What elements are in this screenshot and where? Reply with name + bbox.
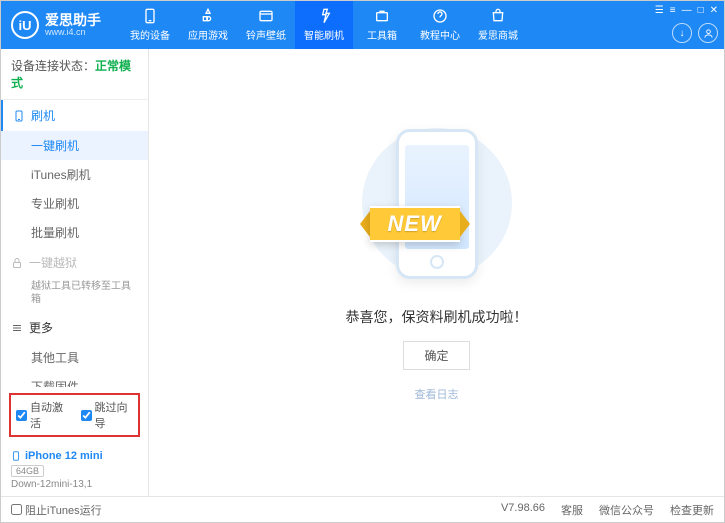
list-icon[interactable]: ≡ (670, 5, 676, 16)
minimize-icon[interactable]: — (682, 5, 692, 16)
auto-activate-label: 自动激活 (30, 399, 69, 431)
nav-label: 我的设备 (130, 27, 170, 42)
window-controls: ☰ ≡ — □ ✕ (655, 5, 718, 16)
sidebar-section-more[interactable]: 更多 (1, 312, 148, 343)
success-message: 恭喜您，保资料刷机成功啦！ (346, 307, 528, 327)
nav-label: 铃声壁纸 (246, 27, 286, 42)
wechat-link[interactable]: 微信公众号 (599, 502, 654, 518)
nav-label: 教程中心 (420, 27, 460, 42)
device-info: iPhone 12 mini 64GB Down-12mini-13,1 (1, 443, 148, 496)
status-label: 设备连接状态： (11, 59, 95, 73)
confirm-button[interactable]: 确定 (403, 341, 469, 370)
logo-icon: iU (11, 11, 39, 39)
maximize-icon[interactable]: □ (698, 5, 704, 16)
nav-flash[interactable]: 智能刷机 (295, 1, 353, 49)
version-label: V7.98.66 (501, 502, 545, 518)
device-capacity: 64GB (11, 465, 44, 477)
nav-label: 工具箱 (367, 27, 397, 42)
customer-service-link[interactable]: 客服 (561, 502, 583, 518)
main-nav: 我的设备 应用游戏 铃声壁纸 智能刷机 工具箱 教程中心 爱思商城 (121, 1, 527, 49)
settings-icon[interactable]: ☰ (655, 5, 664, 16)
block-itunes-checkbox[interactable]: 阻止iTunes运行 (11, 502, 102, 518)
sidebar: 设备连接状态：正常模式 刷机 一键刷机iTunes刷机专业刷机批量刷机 一键越狱… (1, 49, 149, 496)
flash-icon (315, 8, 333, 24)
apps-icon (199, 8, 217, 24)
sidebar-item[interactable]: 一键刷机 (1, 131, 148, 160)
jailbreak-note: 越狱工具已转移至工具箱 (1, 278, 148, 312)
connection-status: 设备连接状态：正常模式 (1, 49, 148, 100)
success-illustration: NEW (372, 123, 502, 283)
nav-media[interactable]: 铃声壁纸 (237, 1, 295, 49)
nav-label: 爱思商城 (478, 27, 518, 42)
sidebar-section-jailbreak[interactable]: 一键越狱 (1, 247, 148, 278)
new-banner: NEW (360, 201, 470, 247)
user-button[interactable] (698, 23, 718, 43)
check-update-link[interactable]: 检查更新 (670, 502, 714, 518)
block-itunes-label: 阻止iTunes运行 (25, 502, 102, 518)
nav-label: 应用游戏 (188, 27, 228, 42)
nav-shop[interactable]: 爱思商城 (469, 1, 527, 49)
sidebar-jailbreak-label: 一键越狱 (29, 254, 77, 271)
sidebar-item[interactable]: iTunes刷机 (1, 160, 148, 189)
shop-icon (489, 8, 507, 24)
footer-bar: 阻止iTunes运行 V7.98.66 客服 微信公众号 检查更新 (1, 496, 724, 522)
media-icon (257, 8, 275, 24)
download-button[interactable]: ↓ (672, 23, 692, 43)
help-icon (431, 8, 449, 24)
title-bar: iU 爱思助手 www.i4.cn 我的设备 应用游戏 铃声壁纸 智能刷机 工具箱 教程中… (1, 1, 724, 49)
skip-guide-checkbox[interactable]: 跳过向导 (81, 399, 134, 431)
nav-label: 智能刷机 (304, 27, 344, 42)
sidebar-item[interactable]: 下载固件 (1, 372, 148, 387)
phone-icon (13, 110, 25, 122)
logo-url: www.i4.cn (45, 27, 101, 37)
sidebar-item[interactable]: 专业刷机 (1, 189, 148, 218)
nav-tools[interactable]: 工具箱 (353, 1, 411, 49)
device-model: Down-12mini-13,1 (11, 479, 138, 490)
logo-text: 爱思助手 (45, 13, 101, 27)
sidebar-flash-label: 刷机 (31, 107, 55, 124)
device-icon (141, 8, 159, 24)
nav-apps[interactable]: 应用游戏 (179, 1, 237, 49)
lock-icon (11, 257, 23, 269)
nav-help[interactable]: 教程中心 (411, 1, 469, 49)
sidebar-item[interactable]: 其他工具 (1, 343, 148, 372)
main-content: NEW 恭喜您，保资料刷机成功啦！ 确定 查看日志 (149, 49, 724, 496)
tools-icon (373, 8, 391, 24)
menu-icon (11, 322, 23, 334)
sidebar-item[interactable]: 批量刷机 (1, 218, 148, 247)
sidebar-more-label: 更多 (29, 319, 53, 336)
close-icon[interactable]: ✕ (710, 5, 718, 16)
device-name[interactable]: iPhone 12 mini (11, 449, 138, 463)
sidebar-section-flash[interactable]: 刷机 (1, 100, 148, 131)
options-box: 自动激活 跳过向导 (9, 393, 140, 437)
nav-device[interactable]: 我的设备 (121, 1, 179, 49)
view-log-link[interactable]: 查看日志 (415, 386, 459, 402)
app-logo: iU 爱思助手 www.i4.cn (1, 11, 111, 39)
auto-activate-checkbox[interactable]: 自动激活 (16, 399, 69, 431)
phone-icon (11, 449, 21, 463)
skip-guide-label: 跳过向导 (95, 399, 134, 431)
